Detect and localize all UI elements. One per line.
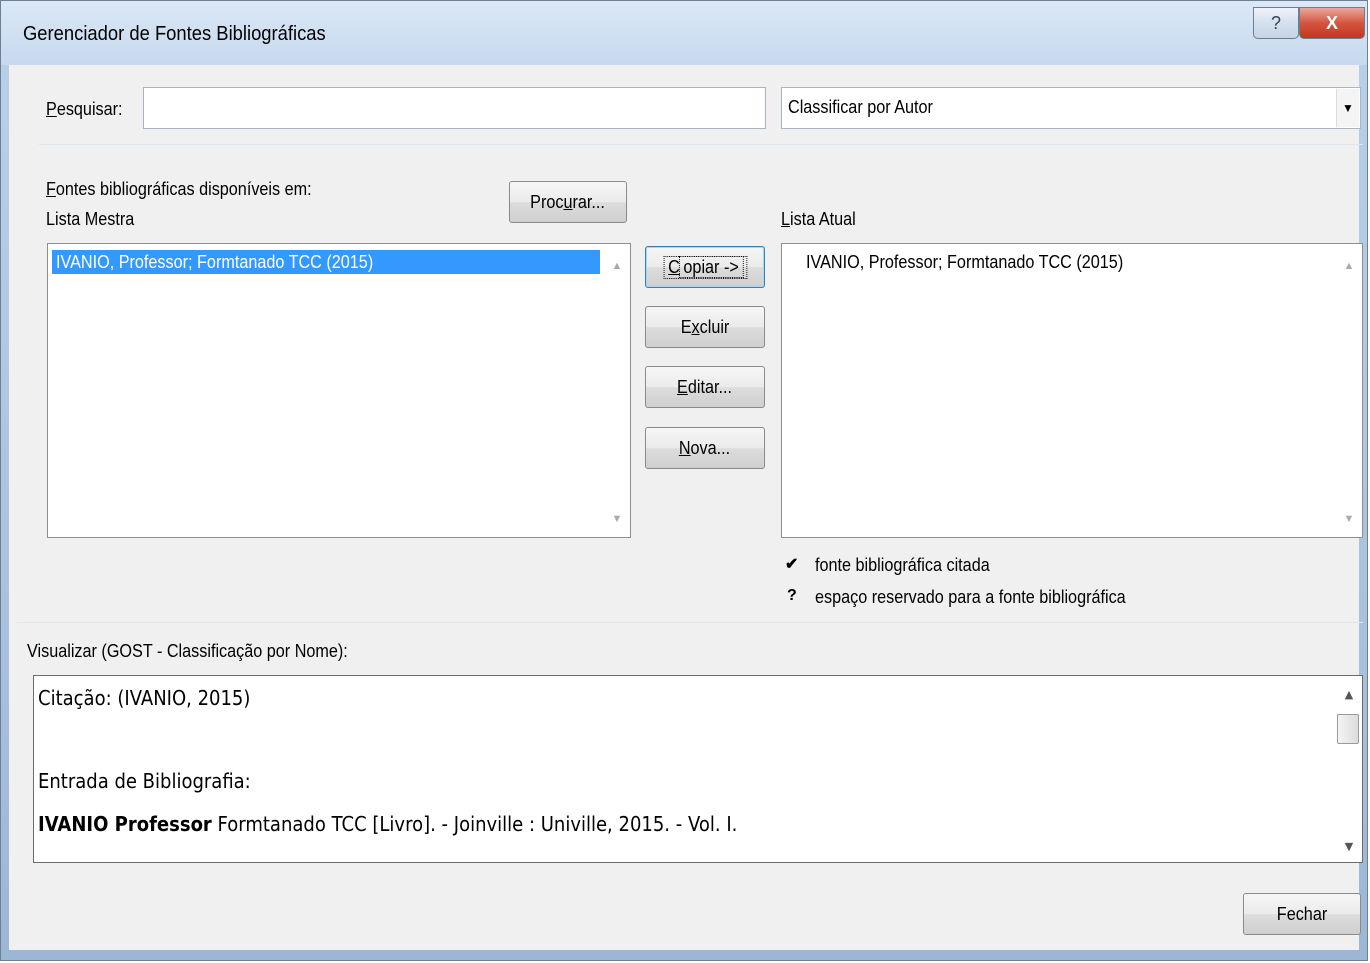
available-sources-label: Fontes bibliográficas disponíveis em: [46, 179, 312, 199]
current-list-scrollbar[interactable]: ▲ ▼ [1336, 244, 1362, 537]
sort-dropdown-value: Classificar por Autor [788, 97, 933, 117]
help-icon: ? [1270, 12, 1281, 33]
copy-button[interactable]: Copiar -> [645, 246, 765, 288]
legend-placeholder-text: espaço reservado para a fonte bibliográf… [815, 587, 1126, 607]
chevron-down-icon[interactable]: ▼ [1336, 89, 1359, 127]
question-icon: ? [787, 587, 797, 604]
scroll-down-icon[interactable]: ▼ [1336, 507, 1362, 531]
scroll-up-icon[interactable]: ▲ [1336, 682, 1362, 706]
close-button[interactable]: Fechar [1243, 893, 1361, 935]
separator [39, 144, 1363, 145]
current-list[interactable]: IVANIO, Professor; Formtanado TCC (2015)… [781, 243, 1363, 538]
sort-dropdown[interactable]: Classificar por Autor ▼ [781, 87, 1361, 129]
legend-cited-text: fonte bibliográfica citada [815, 555, 990, 575]
current-list-label: Lista Atual [781, 209, 856, 229]
help-button[interactable]: ? [1253, 7, 1299, 39]
master-list-scrollbar[interactable]: ▲ ▼ [604, 244, 630, 537]
bibliography-entry: IVANIO Professor Formtanado TCC [Livro].… [38, 812, 738, 836]
title-bar: Gerenciador de Fontes Bibliográficas ? X [1, 1, 1367, 65]
master-list-label: Lista Mestra [46, 209, 135, 229]
master-list-item[interactable]: IVANIO, Professor; Formtanado TCC (2015) [52, 250, 600, 274]
dialog-window: Gerenciador de Fontes Bibliográficas ? X… [0, 0, 1368, 961]
master-list[interactable]: IVANIO, Professor; Formtanado TCC (2015)… [47, 243, 631, 538]
scroll-down-icon[interactable]: ▼ [1336, 834, 1362, 858]
scroll-thumb[interactable] [1337, 714, 1359, 744]
scroll-down-icon[interactable]: ▼ [604, 507, 630, 531]
dialog-title: Gerenciador de Fontes Bibliográficas [23, 23, 326, 45]
browse-button[interactable]: Procurar... [509, 181, 627, 223]
preview-pane[interactable]: Citação: (IVANIO, 2015) Entrada de Bibli… [33, 675, 1363, 863]
edit-button[interactable]: Editar... [645, 366, 765, 408]
close-icon: X [1325, 12, 1338, 33]
preview-scrollbar[interactable]: ▲ ▼ [1336, 676, 1362, 862]
scroll-up-icon[interactable]: ▲ [604, 254, 630, 278]
separator [17, 622, 1363, 623]
bibliography-label: Entrada de Bibliografia: [38, 769, 251, 793]
citation-text: Citação: (IVANIO, 2015) [38, 686, 251, 710]
preview-label: Visualizar (GOST - Classificação por Nom… [27, 641, 348, 661]
close-window-button[interactable]: X [1299, 7, 1365, 39]
current-list-item[interactable]: IVANIO, Professor; Formtanado TCC (2015) [802, 250, 1326, 274]
scroll-up-icon[interactable]: ▲ [1336, 254, 1362, 278]
new-button[interactable]: Nova... [645, 427, 765, 469]
delete-button[interactable]: Excluir [645, 306, 765, 348]
check-icon: ✔ [785, 556, 799, 573]
dialog-body: Pesquisar: Classificar por Autor ▼ Fonte… [9, 65, 1363, 950]
search-label: Pesquisar: [46, 99, 123, 119]
search-input[interactable] [143, 87, 766, 129]
